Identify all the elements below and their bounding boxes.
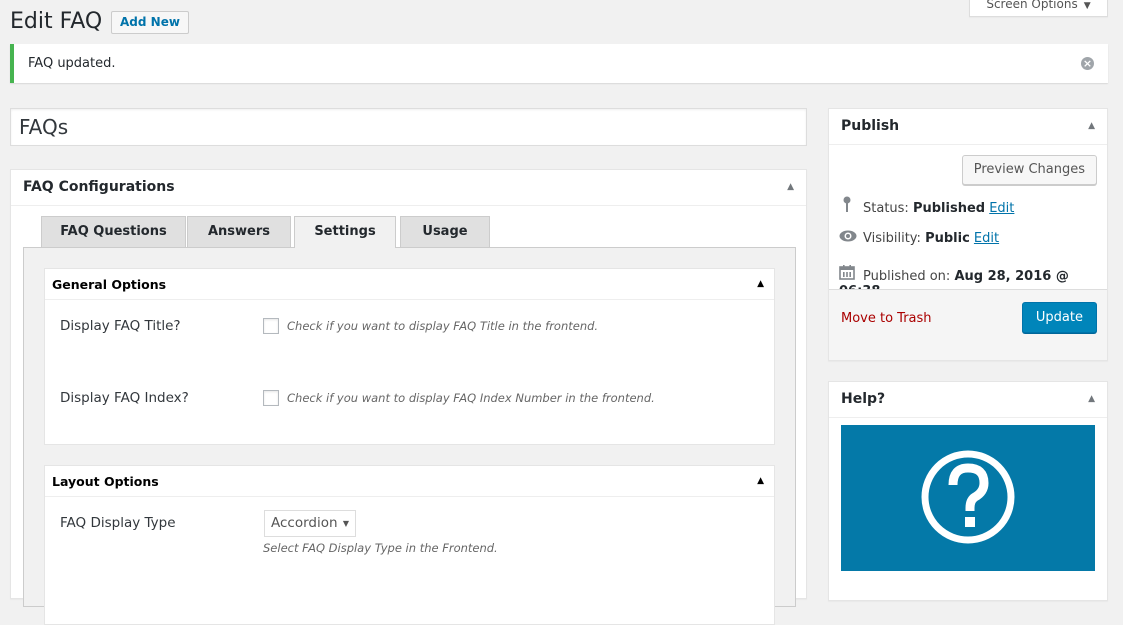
collapse-arrow-icon[interactable]: ▲ <box>757 466 764 497</box>
preview-changes-button[interactable]: Preview Changes <box>961 155 1097 185</box>
post-title-input[interactable]: FAQs <box>10 108 807 146</box>
collapse-arrow-icon[interactable]: ▲ <box>757 269 764 300</box>
faq-configurations-box: FAQ Configurations ▲ FAQ Questions Answe… <box>10 169 807 625</box>
add-new-button[interactable]: Add New <box>111 11 189 34</box>
layout-options-title: Layout Options <box>52 474 159 489</box>
dismiss-icon[interactable]: × <box>1081 57 1094 70</box>
publish-box: Publish ▲ Preview Changes Status: Publis… <box>828 108 1108 361</box>
display-faq-index-checkbox[interactable] <box>263 390 279 406</box>
eye-icon <box>839 230 857 246</box>
field-description: Check if you want to display FAQ Title i… <box>287 319 599 333</box>
help-banner[interactable] <box>841 425 1095 571</box>
field-label: Display FAQ Index? <box>60 390 189 406</box>
selected-value: Accordion <box>271 515 338 531</box>
edit-status-link[interactable]: Edit <box>989 201 1014 216</box>
move-to-trash-link[interactable]: Move to Trash <box>841 311 932 326</box>
pin-icon <box>839 196 855 216</box>
update-notice: FAQ updated. × <box>10 44 1108 83</box>
visibility-value: Public <box>925 231 970 246</box>
display-faq-title-checkbox[interactable] <box>263 318 279 334</box>
tab-settings[interactable]: Settings <box>294 216 396 248</box>
help-title: Help? <box>841 391 886 407</box>
page-title: Edit FAQ <box>10 9 103 34</box>
faq-display-type-select[interactable]: Accordion ▼ <box>264 510 356 537</box>
visibility-row: Visibility: Public Edit <box>839 230 999 246</box>
caret-down-icon: ▼ <box>1083 1 1091 11</box>
edit-visibility-link[interactable]: Edit <box>974 231 999 246</box>
collapse-arrow-icon[interactable]: ▲ <box>787 170 794 205</box>
update-button[interactable]: Update <box>1021 302 1097 333</box>
help-header[interactable]: Help? ▲ <box>829 382 1107 418</box>
tab-faq-questions[interactable]: FAQ Questions <box>41 216 186 247</box>
caret-down-icon: ▼ <box>342 519 349 528</box>
field-label: Display FAQ Title? <box>60 318 181 334</box>
field-label: FAQ Display Type <box>60 515 176 531</box>
layout-options-header[interactable]: Layout Options ▲ <box>45 466 774 497</box>
faq-configurations-title: FAQ Configurations <box>23 179 175 195</box>
help-box: Help? ▲ <box>828 381 1108 601</box>
publish-actions: Move to Trash Update <box>829 289 1107 360</box>
tab-usage[interactable]: Usage <box>400 216 490 247</box>
general-options-box: General Options ▲ Display FAQ Title? Che… <box>44 268 775 445</box>
tab-answers[interactable]: Answers <box>187 216 291 247</box>
field-description: Select FAQ Display Type in the Frontend. <box>263 541 498 555</box>
screen-options-label: Screen Options <box>986 0 1078 11</box>
general-options-header[interactable]: General Options ▲ <box>45 269 774 300</box>
faq-configurations-header[interactable]: FAQ Configurations ▲ <box>11 170 806 206</box>
layout-options-box: Layout Options ▲ FAQ Display Type Accord… <box>44 465 775 625</box>
notice-message: FAQ updated. <box>28 56 116 71</box>
general-options-title: General Options <box>52 277 167 292</box>
settings-panel: General Options ▲ Display FAQ Title? Che… <box>23 247 796 625</box>
calendar-icon <box>839 264 855 284</box>
status-value: Published <box>912 201 986 216</box>
collapse-arrow-icon[interactable]: ▲ <box>1088 109 1095 144</box>
collapse-arrow-icon[interactable]: ▲ <box>1088 382 1095 417</box>
field-description: Check if you want to display FAQ Index N… <box>287 391 655 405</box>
status-row: Status: Published Edit <box>839 196 1014 216</box>
publish-title: Publish <box>841 118 900 134</box>
screen-options-button[interactable]: Screen Options ▼ <box>969 0 1108 17</box>
question-circle-icon <box>921 450 1015 544</box>
publish-header[interactable]: Publish ▲ <box>829 109 1107 145</box>
